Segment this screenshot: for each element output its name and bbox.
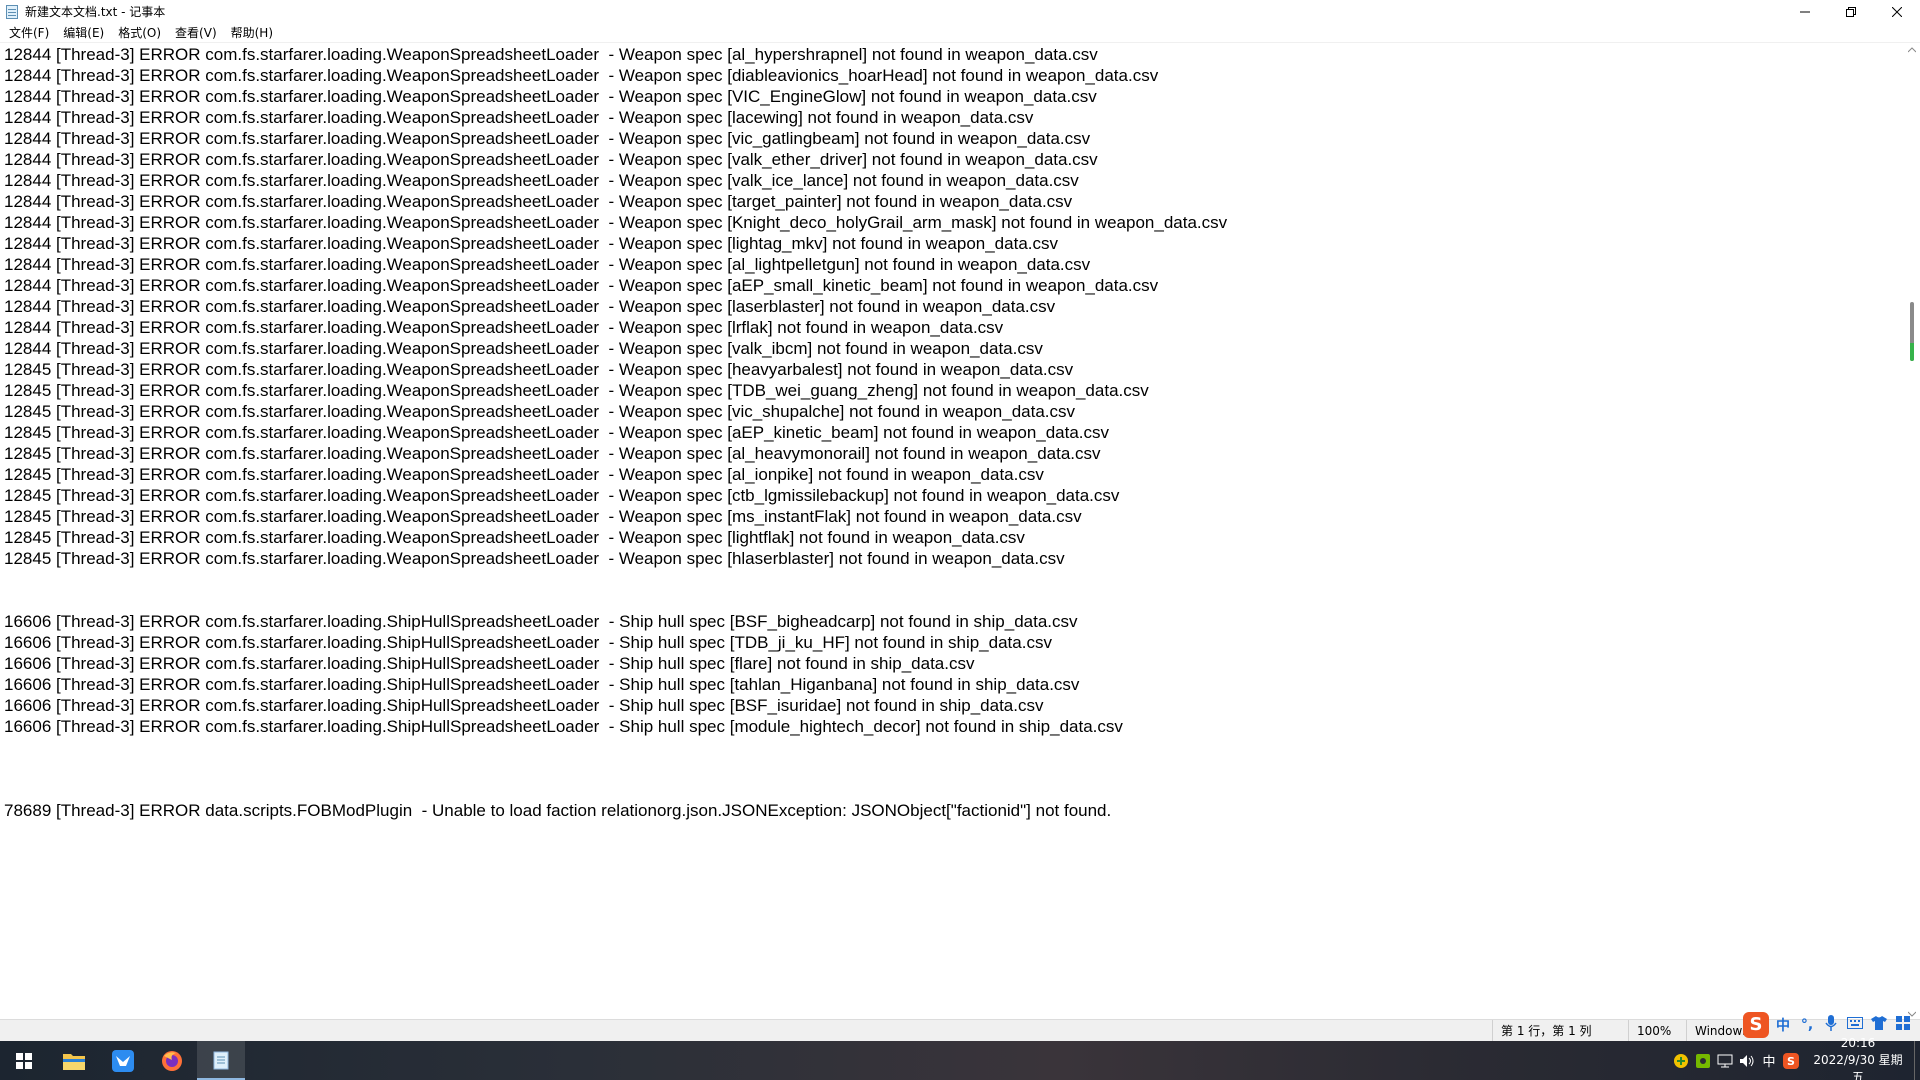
input-language[interactable]: 中 bbox=[1758, 1041, 1780, 1080]
notepad-taskbar-icon bbox=[213, 1051, 229, 1069]
text-line[interactable]: 12844 [Thread-3] ERROR com.fs.starfarer.… bbox=[4, 338, 1904, 359]
text-line[interactable]: 12844 [Thread-3] ERROR com.fs.starfarer.… bbox=[4, 44, 1904, 65]
text-line[interactable]: 78689 [Thread-3] ERROR data.scripts.FOBM… bbox=[4, 800, 1904, 821]
toolbox-icon[interactable] bbox=[1893, 1016, 1913, 1034]
clock-time: 20:16 bbox=[1840, 1036, 1876, 1050]
close-icon bbox=[1892, 6, 1902, 17]
text-line[interactable]: 12844 [Thread-3] ERROR com.fs.starfarer.… bbox=[4, 86, 1904, 107]
app-button-bird[interactable] bbox=[99, 1041, 147, 1080]
menu-bar: 文件(F) 编辑(E) 格式(O) 查看(V) 帮助(H) bbox=[0, 23, 1920, 43]
ime-punctuation-icon[interactable]: °, bbox=[1797, 1017, 1817, 1033]
svg-text:S: S bbox=[1787, 1055, 1795, 1068]
text-line[interactable]: 12845 [Thread-3] ERROR com.fs.starfarer.… bbox=[4, 359, 1904, 380]
text-line[interactable]: 16606 [Thread-3] ERROR com.fs.starfarer.… bbox=[4, 674, 1904, 695]
sogou-tray-icon[interactable]: S bbox=[1780, 1041, 1802, 1080]
restore-icon bbox=[1846, 6, 1856, 17]
close-button[interactable] bbox=[1874, 0, 1920, 23]
microphone-icon[interactable] bbox=[1821, 1015, 1841, 1035]
text-line[interactable]: 12844 [Thread-3] ERROR com.fs.starfarer.… bbox=[4, 191, 1904, 212]
text-line[interactable] bbox=[4, 779, 1904, 800]
network-icon[interactable] bbox=[1714, 1041, 1736, 1080]
scroll-up-icon bbox=[1908, 47, 1916, 53]
clock-date: 2022/9/30 星期五 bbox=[1813, 1053, 1903, 1080]
text-line[interactable]: 12845 [Thread-3] ERROR com.fs.starfarer.… bbox=[4, 380, 1904, 401]
window-title: 新建文本文档.txt - 记事本 bbox=[25, 5, 166, 19]
windows-logo-icon bbox=[16, 1052, 32, 1069]
firefox-button[interactable] bbox=[148, 1041, 196, 1080]
text-line[interactable]: 12845 [Thread-3] ERROR com.fs.starfarer.… bbox=[4, 401, 1904, 422]
firefox-icon bbox=[162, 1050, 182, 1071]
keyboard-icon[interactable] bbox=[1845, 1017, 1865, 1033]
menu-view[interactable]: 查看(V) bbox=[168, 23, 224, 43]
text-line[interactable]: 12844 [Thread-3] ERROR com.fs.starfarer.… bbox=[4, 317, 1904, 338]
text-line[interactable]: 16606 [Thread-3] ERROR com.fs.starfarer.… bbox=[4, 632, 1904, 653]
ime-mode[interactable]: 中 bbox=[1773, 1015, 1793, 1035]
status-bar: 第 1 行，第 1 列 100% Windows bbox=[0, 1019, 1920, 1042]
text-line[interactable]: 12844 [Thread-3] ERROR com.fs.starfarer.… bbox=[4, 212, 1904, 233]
taskbar: 中 S 20:16 2022/9/30 星期五 bbox=[0, 1036, 1920, 1080]
text-line[interactable] bbox=[4, 758, 1904, 779]
text-line[interactable]: 16606 [Thread-3] ERROR com.fs.starfarer.… bbox=[4, 611, 1904, 632]
text-line[interactable]: 12844 [Thread-3] ERROR com.fs.starfarer.… bbox=[4, 107, 1904, 128]
text-line[interactable]: 12844 [Thread-3] ERROR com.fs.starfarer.… bbox=[4, 170, 1904, 191]
text-line[interactable]: 12845 [Thread-3] ERROR com.fs.starfarer.… bbox=[4, 422, 1904, 443]
text-line[interactable]: 12844 [Thread-3] ERROR com.fs.starfarer.… bbox=[4, 275, 1904, 296]
text-line[interactable]: 12845 [Thread-3] ERROR com.fs.starfarer.… bbox=[4, 464, 1904, 485]
scrollbar-thumb-accent bbox=[1910, 343, 1914, 361]
text-line[interactable]: 12844 [Thread-3] ERROR com.fs.starfarer.… bbox=[4, 65, 1904, 86]
text-line[interactable]: 16606 [Thread-3] ERROR com.fs.starfarer.… bbox=[4, 716, 1904, 737]
cursor-position: 第 1 行，第 1 列 bbox=[1492, 1020, 1628, 1042]
sogou-logo-icon[interactable]: S bbox=[1743, 1012, 1769, 1038]
text-line[interactable]: 12845 [Thread-3] ERROR com.fs.starfarer.… bbox=[4, 527, 1904, 548]
text-line[interactable]: 12845 [Thread-3] ERROR com.fs.starfarer.… bbox=[4, 485, 1904, 506]
minimize-button[interactable] bbox=[1782, 0, 1828, 23]
system-tray: 中 S 20:16 2022/9/30 星期五 bbox=[1670, 1036, 1920, 1080]
notepad-taskbar-button[interactable] bbox=[197, 1041, 245, 1080]
title-bar: 新建文本文档.txt - 记事本 bbox=[0, 0, 1920, 23]
tray-nvidia-icon[interactable] bbox=[1692, 1041, 1714, 1080]
text-line[interactable] bbox=[4, 569, 1904, 590]
skin-icon[interactable] bbox=[1869, 1016, 1889, 1034]
start-button[interactable] bbox=[0, 1041, 48, 1080]
menu-format[interactable]: 格式(O) bbox=[111, 23, 168, 43]
bird-app-icon bbox=[112, 1049, 134, 1072]
text-line[interactable] bbox=[4, 737, 1904, 758]
menu-help[interactable]: 帮助(H) bbox=[224, 23, 280, 43]
menu-file[interactable]: 文件(F) bbox=[2, 23, 56, 43]
folder-icon bbox=[63, 1053, 85, 1070]
volume-icon[interactable] bbox=[1736, 1041, 1758, 1080]
text-line[interactable]: 12844 [Thread-3] ERROR com.fs.starfarer.… bbox=[4, 233, 1904, 254]
text-line[interactable]: 12844 [Thread-3] ERROR com.fs.starfarer.… bbox=[4, 296, 1904, 317]
text-line[interactable]: 12844 [Thread-3] ERROR com.fs.starfarer.… bbox=[4, 149, 1904, 170]
menu-edit[interactable]: 编辑(E) bbox=[56, 23, 111, 43]
show-desktop-button[interactable] bbox=[1914, 1041, 1920, 1080]
file-explorer-button[interactable] bbox=[50, 1041, 98, 1080]
text-line[interactable]: 12845 [Thread-3] ERROR com.fs.starfarer.… bbox=[4, 548, 1904, 569]
restore-button[interactable] bbox=[1828, 0, 1874, 23]
minimize-icon bbox=[1800, 11, 1810, 12]
clock[interactable]: 20:16 2022/9/30 星期五 bbox=[1802, 1035, 1914, 1080]
tray-plus-icon[interactable] bbox=[1670, 1041, 1692, 1080]
zoom-level: 100% bbox=[1628, 1020, 1686, 1042]
text-line[interactable]: 12845 [Thread-3] ERROR com.fs.starfarer.… bbox=[4, 506, 1904, 527]
text-line[interactable]: 12844 [Thread-3] ERROR com.fs.starfarer.… bbox=[4, 128, 1904, 149]
text-line[interactable]: 12844 [Thread-3] ERROR com.fs.starfarer.… bbox=[4, 254, 1904, 275]
notepad-icon bbox=[4, 4, 20, 20]
text-line[interactable]: 16606 [Thread-3] ERROR com.fs.starfarer.… bbox=[4, 695, 1904, 716]
text-line[interactable]: 16606 [Thread-3] ERROR com.fs.starfarer.… bbox=[4, 653, 1904, 674]
vertical-scrollbar[interactable] bbox=[1904, 43, 1920, 1019]
text-editor[interactable]: 12844 [Thread-3] ERROR com.fs.starfarer.… bbox=[0, 43, 1904, 1019]
text-line[interactable] bbox=[4, 590, 1904, 611]
text-line[interactable]: 12845 [Thread-3] ERROR com.fs.starfarer.… bbox=[4, 443, 1904, 464]
